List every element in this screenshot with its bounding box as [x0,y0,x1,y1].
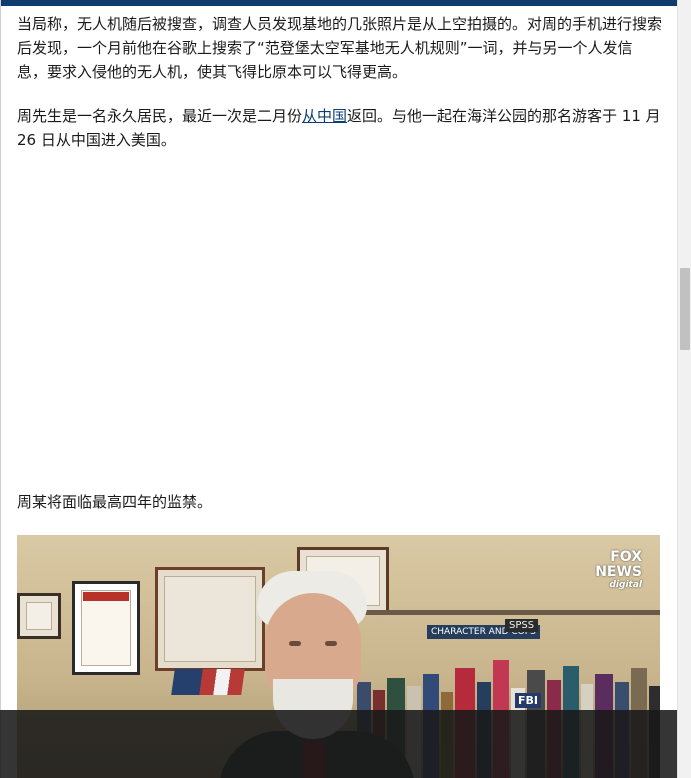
framed-picture-ship [17,593,61,639]
article-paragraph-1: 当局称，无人机随后被搜查，调查人员发现基地的几张照片是从上空拍摄的。对周的手机进… [17,15,663,81]
article-paragraph-3: 周某将面临最高四年的监禁。 [17,493,213,511]
framed-wanted-poster [72,581,140,675]
folded-flag [171,669,245,695]
article-paragraph-2: 周先生是一名永久居民，最近一次是二月份从中国返回。与他一起在海洋公园的那名游客于… [17,104,662,152]
from-china-link[interactable]: 从中国 [302,107,347,125]
scrollbar-thumb[interactable] [680,268,690,350]
page-scrollbar[interactable] [677,0,691,778]
video-controls-overlay[interactable] [0,710,677,778]
fox-news-digital-logo: FOX NEWS digital [595,549,642,591]
header-accent-bar [0,0,677,6]
book-title-fbi: FBI [515,693,541,708]
book-title-spss: SPSS [505,619,539,632]
paragraph-2-text-start: 周先生是一名永久居民，最近一次是二月份 [17,107,303,125]
page-left-border [0,0,1,778]
